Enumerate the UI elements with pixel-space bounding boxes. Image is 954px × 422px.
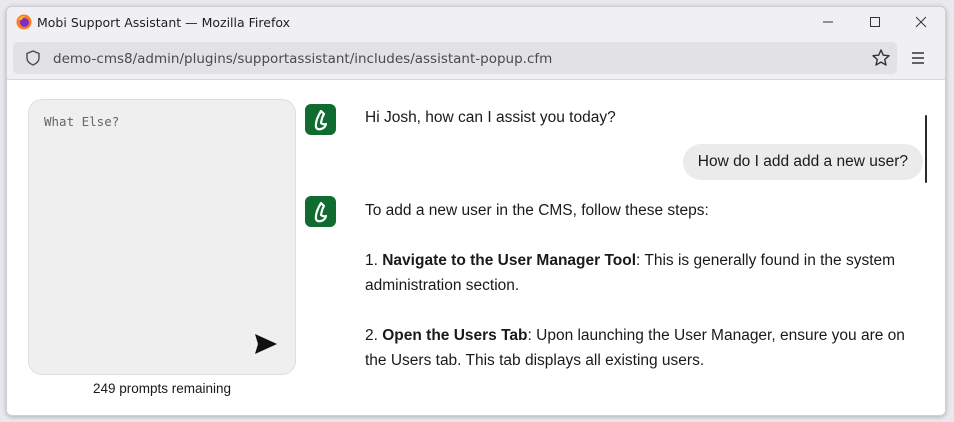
user-message-text: How do I add add a new user?	[697, 153, 908, 170]
send-icon[interactable]	[253, 331, 279, 357]
reply-step: 2. Open the Users Tab: Upon launching th…	[365, 323, 925, 373]
step-title: Open the Users Tab	[382, 327, 528, 344]
shield-icon[interactable]	[25, 50, 41, 66]
url-text: demo-cms8/admin/plugins/supportassistant…	[53, 51, 553, 67]
step-number: 1.	[365, 252, 383, 269]
chat-area: Hi Josh, how can I assist you today? How…	[303, 98, 933, 415]
prompt-panel	[28, 99, 296, 375]
page-content: 249 prompts remaining Hi Josh, how can I…	[7, 80, 945, 415]
hamburger-menu-icon[interactable]	[909, 49, 927, 67]
assistant-greeting: Hi Josh, how can I assist you today?	[365, 109, 616, 126]
user-message-bubble: How do I add add a new user?	[682, 144, 923, 180]
reply-step: 1. Navigate to the User Manager Tool: Th…	[365, 248, 925, 298]
assistant-logo-icon	[314, 201, 327, 222]
chat-scrollbar[interactable]	[925, 115, 927, 183]
title-bar: Mobi Support Assistant — Mozilla Firefox	[7, 7, 945, 37]
minimize-icon	[823, 21, 833, 23]
prompt-input[interactable]	[42, 112, 286, 316]
maximize-button[interactable]	[852, 7, 898, 37]
minimize-button[interactable]	[805, 7, 851, 37]
assistant-logo-icon	[314, 109, 327, 130]
navigation-bar: demo-cms8/admin/plugins/supportassistant…	[7, 37, 945, 80]
prompts-remaining: 249 prompts remaining	[92, 381, 232, 396]
assistant-avatar	[305, 104, 336, 135]
step-number: 2.	[365, 327, 383, 344]
close-icon	[915, 16, 927, 28]
assistant-reply: To add a new user in the CMS, follow the…	[365, 198, 925, 398]
maximize-icon	[870, 17, 880, 27]
bookmark-star-icon[interactable]	[871, 48, 891, 68]
browser-window: Mobi Support Assistant — Mozilla Firefox…	[6, 6, 946, 416]
firefox-logo-icon	[16, 14, 32, 30]
close-button[interactable]	[898, 7, 944, 37]
step-title: Navigate to the User Manager Tool	[382, 252, 637, 269]
assistant-avatar	[305, 196, 336, 227]
reply-intro: To add a new user in the CMS, follow the…	[365, 202, 709, 219]
window-title: Mobi Support Assistant — Mozilla Firefox	[37, 15, 291, 30]
address-bar[interactable]: demo-cms8/admin/plugins/supportassistant…	[13, 42, 897, 74]
